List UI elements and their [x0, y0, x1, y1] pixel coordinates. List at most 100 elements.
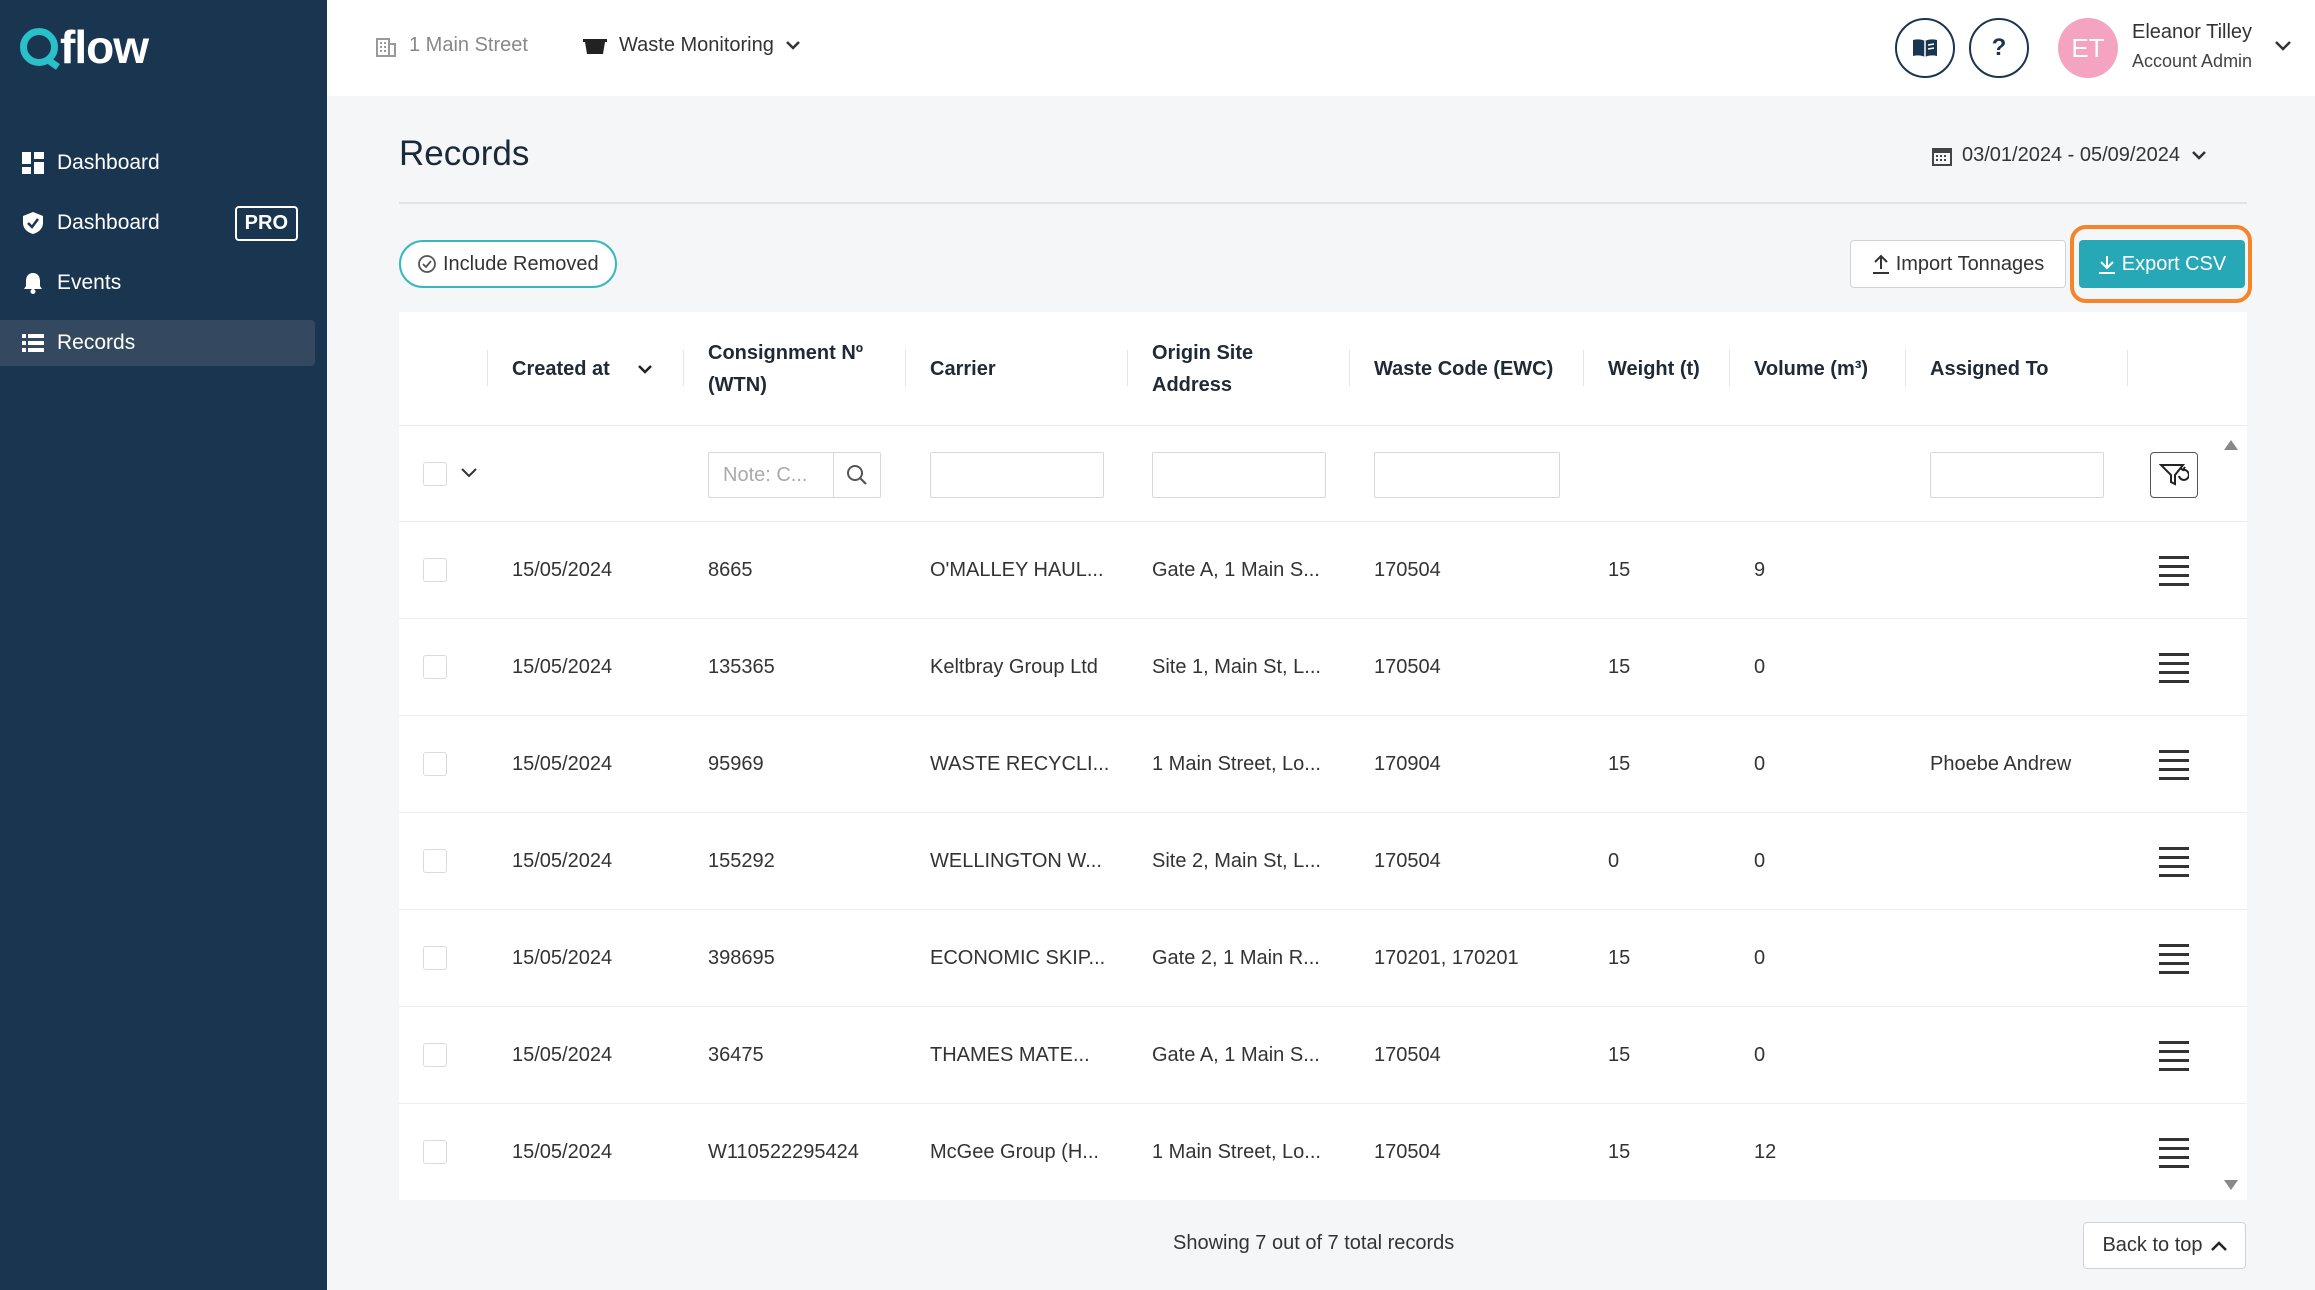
scroll-down-arrow-icon[interactable] [2224, 1180, 2238, 1190]
table-row[interactable]: 15/05/2024 8665 O'MALLEY HAUL... Gate A, 1 … [399, 522, 2247, 619]
header-assigned[interactable]: Assigned To [1930, 312, 2049, 426]
header-origin[interactable]: Origin Site Address [1152, 312, 1272, 426]
sort-chevron-icon[interactable] [637, 364, 652, 374]
cell-carrier: O'MALLEY HAUL... [930, 558, 1104, 581]
date-range-text: 03/01/2024 - 05/09/2024 [1962, 144, 2180, 166]
sidebar-item-dashboard-pro[interactable]: Dashboard PRO [0, 200, 315, 246]
filter-row: Note: C... [399, 426, 2247, 522]
cell-created-at: 15/05/2024 [512, 752, 613, 775]
row-checkbox[interactable] [423, 655, 447, 679]
cell-origin: Gate 2, 1 Main R... [1152, 946, 1320, 969]
table-row[interactable]: 15/05/2024 155292 WELLINGTON W... Site 2, M… [399, 813, 2247, 910]
module-selector[interactable]: Waste Monitoring [583, 34, 800, 57]
dashboard-grid-icon [21, 151, 45, 175]
cell-carrier: THAMES MATE... [930, 1043, 1090, 1066]
header-volume[interactable]: Volume (m³) [1754, 312, 1868, 426]
row-checkbox[interactable] [423, 1140, 447, 1164]
user-name[interactable]: Eleanor Tilley [2132, 21, 2252, 44]
table-row[interactable]: 15/05/2024 95969 WASTE RECYCLI... 1 Main St… [399, 716, 2247, 813]
table-row[interactable]: 15/05/2024 W110522295424 McGee Group (H...… [399, 1104, 2247, 1200]
row-checkbox[interactable] [423, 849, 447, 873]
site-name: 1 Main Street [409, 34, 528, 56]
cell-weight: 15 [1608, 752, 1631, 775]
help-button[interactable]: ? [1969, 18, 2029, 78]
assigned-filter-input[interactable] [1930, 452, 2104, 498]
sidebar-item-dashboard[interactable]: Dashboard [0, 140, 315, 186]
cell-created-at: 15/05/2024 [512, 1140, 613, 1163]
header-label: Created at [512, 358, 610, 380]
consignment-filter-input[interactable]: Note: C... [708, 452, 838, 498]
cell-origin: Site 2, Main St, L... [1152, 849, 1321, 872]
select-menu-chevron-icon[interactable] [461, 468, 477, 478]
docs-button[interactable] [1895, 18, 1955, 78]
filter-reset-icon [2159, 462, 2189, 488]
back-to-top-button[interactable]: Back to top [2083, 1222, 2246, 1269]
origin-filter-input[interactable] [1152, 452, 1326, 498]
scroll-up-arrow-icon[interactable] [2224, 440, 2238, 450]
export-csv-button[interactable]: Export CSV [2079, 240, 2245, 288]
help-icon: ? [1991, 34, 2007, 61]
q-logo-icon [20, 28, 58, 66]
cell-volume: 0 [1754, 1043, 1766, 1066]
cell-weight: 0 [1608, 849, 1620, 872]
cell-waste-code: 170504 [1374, 655, 1441, 678]
cell-waste-code: 170904 [1374, 752, 1441, 775]
row-menu-icon[interactable] [2159, 750, 2189, 786]
table-row[interactable]: 15/05/2024 398695 ECONOMIC SKIP... Gate 2, … [399, 910, 2247, 1007]
user-role: Account Admin [2132, 51, 2253, 71]
header-waste-code[interactable]: Waste Code (EWC) [1374, 312, 1553, 426]
row-menu-icon[interactable] [2159, 847, 2189, 883]
qflow-logo[interactable]: flow [20, 22, 149, 72]
carrier-filter-input[interactable] [930, 452, 1104, 498]
row-menu-icon[interactable] [2159, 556, 2189, 592]
header-created-at[interactable]: Created at [512, 312, 652, 426]
cell-consignment: 95969 [708, 752, 764, 775]
waste-code-filter-input[interactable] [1374, 452, 1560, 498]
building-icon [375, 35, 397, 57]
cell-origin: 1 Main Street, Lo... [1152, 752, 1321, 775]
sidebar-item-records[interactable]: Records [0, 320, 315, 366]
row-checkbox[interactable] [423, 752, 447, 776]
cell-consignment: W110522295424 [708, 1140, 859, 1163]
cell-created-at: 15/05/2024 [512, 1043, 613, 1066]
avatar[interactable]: ET [2058, 18, 2118, 78]
select-all-checkbox[interactable] [423, 462, 447, 486]
cell-carrier: Keltbray Group Ltd [930, 655, 1098, 678]
row-checkbox[interactable] [423, 1043, 447, 1067]
row-menu-icon[interactable] [2159, 653, 2189, 689]
sidebar-item-label: Records [57, 331, 136, 354]
search-button[interactable] [833, 452, 881, 498]
cell-consignment: 398695 [708, 946, 775, 969]
records-count: Showing 7 out of 7 total records [1173, 1232, 1455, 1254]
row-menu-icon[interactable] [2159, 1138, 2189, 1174]
header-consignment[interactable]: Consignment Nº (WTN) [708, 312, 888, 426]
cell-waste-code: 170504 [1374, 1043, 1441, 1066]
header-carrier[interactable]: Carrier [930, 312, 996, 426]
cell-carrier: WASTE RECYCLI... [930, 752, 1110, 775]
import-tonnages-button[interactable]: Import Tonnages [1850, 240, 2066, 288]
row-checkbox[interactable] [423, 558, 447, 582]
cell-consignment: 135365 [708, 655, 775, 678]
header-weight[interactable]: Weight (t) [1608, 312, 1700, 426]
include-removed-toggle[interactable]: Include Removed [399, 240, 617, 288]
sidebar-item-label: Events [57, 271, 122, 294]
site-selector[interactable]: 1 Main Street [375, 34, 528, 57]
cell-origin: Gate A, 1 Main S... [1152, 558, 1320, 581]
table-row[interactable]: 15/05/2024 135365 Keltbray Group Ltd Site 1… [399, 619, 2247, 716]
table-row[interactable]: 15/05/2024 36475 THAMES MATE... Gate A, 1 M… [399, 1007, 2247, 1104]
user-menu-chevron-icon[interactable] [2275, 38, 2291, 56]
clear-filters-button[interactable] [2150, 452, 2198, 498]
row-menu-icon[interactable] [2159, 944, 2189, 980]
row-checkbox[interactable] [423, 946, 447, 970]
cell-waste-code: 170504 [1374, 1140, 1441, 1163]
page-title: Records [399, 134, 530, 173]
date-range-picker[interactable]: 03/01/2024 - 05/09/2024 [1932, 144, 2206, 167]
chevron-down-icon [2192, 151, 2206, 160]
search-icon [846, 464, 868, 486]
cell-created-at: 15/05/2024 [512, 946, 613, 969]
book-icon [1912, 38, 1938, 58]
cell-volume: 12 [1754, 1140, 1777, 1163]
upload-icon [1872, 254, 1890, 274]
sidebar-item-events[interactable]: Events [0, 260, 315, 306]
row-menu-icon[interactable] [2159, 1041, 2189, 1077]
